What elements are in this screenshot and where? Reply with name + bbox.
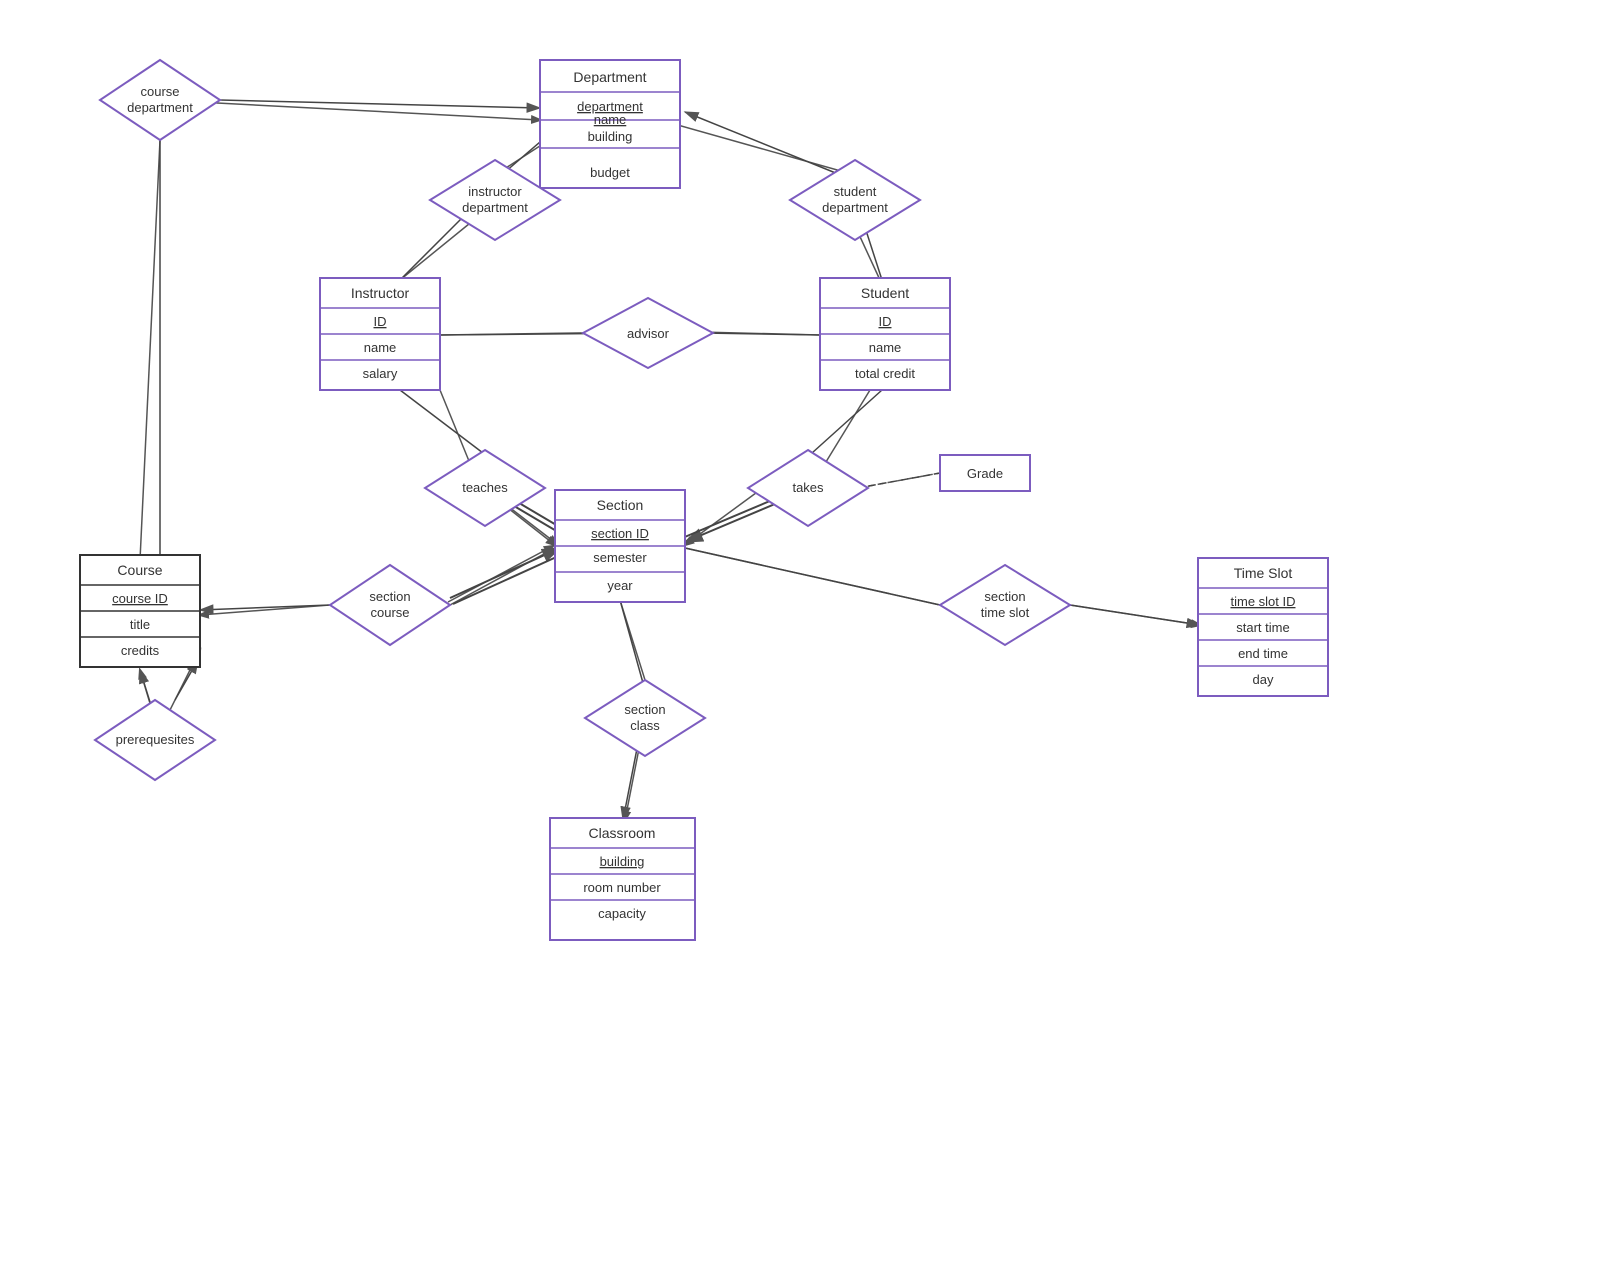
svg-text:title: title — [130, 617, 150, 632]
svg-text:department: department — [127, 100, 193, 115]
svg-text:total credit: total credit — [855, 366, 915, 381]
svg-text:Classroom: Classroom — [589, 825, 656, 841]
svg-text:advisor: advisor — [627, 326, 670, 341]
svg-text:takes: takes — [792, 480, 824, 495]
svg-text:Grade: Grade — [967, 466, 1003, 481]
svg-text:course ID: course ID — [112, 591, 168, 606]
svg-text:name: name — [869, 340, 902, 355]
svg-text:teaches: teaches — [462, 480, 508, 495]
svg-text:start time: start time — [1236, 620, 1289, 635]
svg-text:department: department — [462, 200, 528, 215]
svg-text:budget: budget — [590, 165, 630, 180]
svg-text:student: student — [834, 184, 877, 199]
svg-text:department: department — [822, 200, 888, 215]
er-svg: Department department name building budg… — [0, 0, 1600, 1280]
svg-text:Course: Course — [117, 562, 162, 578]
svg-text:building: building — [600, 854, 645, 869]
svg-text:time slot: time slot — [981, 605, 1030, 620]
svg-text:room number: room number — [583, 880, 661, 895]
svg-text:Department: Department — [573, 69, 646, 85]
svg-text:ID: ID — [879, 314, 892, 329]
svg-text:ID: ID — [374, 314, 387, 329]
svg-text:section: section — [984, 589, 1025, 604]
svg-text:building: building — [588, 129, 633, 144]
svg-text:section ID: section ID — [591, 526, 649, 541]
svg-text:capacity: capacity — [598, 906, 646, 921]
svg-text:day: day — [1253, 672, 1274, 687]
svg-text:credits: credits — [121, 643, 160, 658]
svg-text:instructor: instructor — [468, 184, 522, 199]
svg-text:class: class — [630, 718, 660, 733]
svg-text:section: section — [369, 589, 410, 604]
svg-text:name: name — [364, 340, 397, 355]
svg-text:time slot ID: time slot ID — [1230, 594, 1295, 609]
svg-text:Student: Student — [861, 285, 909, 301]
svg-text:section: section — [624, 702, 665, 717]
svg-text:semester: semester — [593, 550, 647, 565]
svg-text:Section: Section — [597, 497, 644, 513]
svg-text:Time Slot: Time Slot — [1234, 565, 1293, 581]
svg-text:end time: end time — [1238, 646, 1288, 661]
svg-text:course: course — [370, 605, 409, 620]
er-diagram: Department department name building budg… — [0, 0, 1600, 1280]
svg-text:course: course — [140, 84, 179, 99]
svg-text:prerequesites: prerequesites — [116, 732, 195, 747]
svg-text:salary: salary — [363, 366, 398, 381]
svg-text:Instructor: Instructor — [351, 285, 410, 301]
svg-text:year: year — [607, 578, 633, 593]
svg-text:name: name — [594, 112, 627, 127]
